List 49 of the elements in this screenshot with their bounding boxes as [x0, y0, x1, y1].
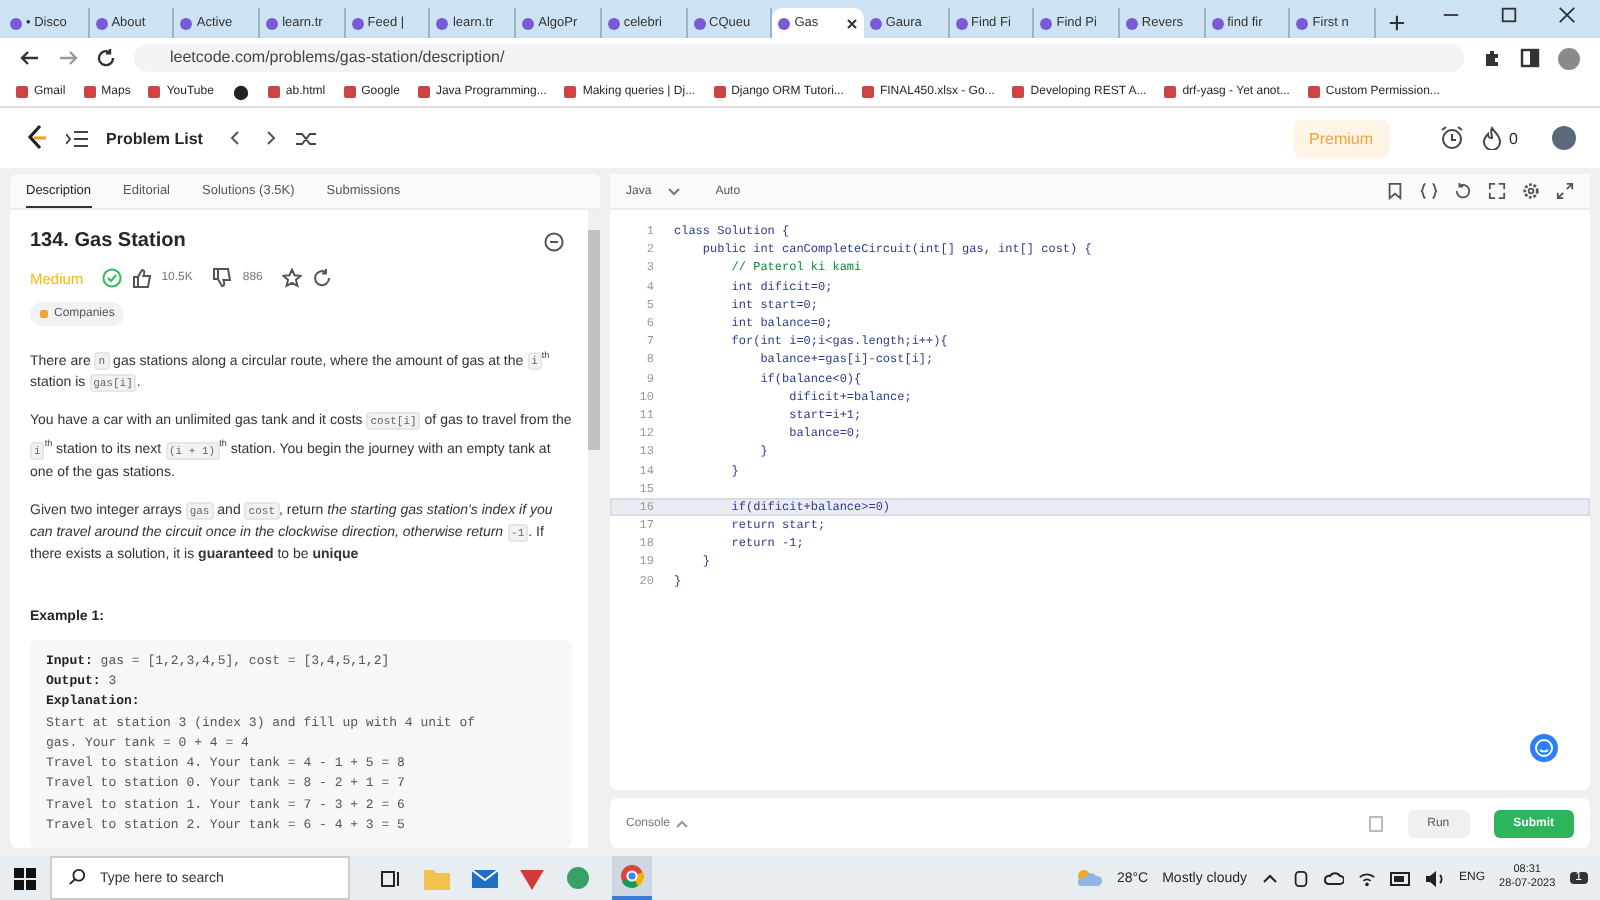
flame-icon	[1481, 126, 1502, 150]
back-icon[interactable]	[20, 48, 40, 68]
maximize-icon[interactable]	[1500, 6, 1518, 24]
close-icon[interactable]	[1558, 6, 1576, 24]
shuffle-icon[interactable]	[296, 129, 317, 147]
braces-icon[interactable]	[1420, 182, 1438, 200]
globe-app-icon[interactable]	[566, 866, 590, 890]
refresh-icon[interactable]	[312, 268, 333, 288]
office-app-icon[interactable]	[520, 867, 544, 889]
problem-title: 134. Gas Station	[30, 230, 186, 252]
chevron-left-icon[interactable]	[228, 130, 245, 146]
streak-count: 0	[1509, 129, 1518, 147]
bookmark-icon[interactable]	[1386, 182, 1404, 200]
more-icon[interactable]	[544, 231, 564, 251]
chevron-up-icon[interactable]	[1261, 872, 1277, 884]
reset-icon[interactable]	[1454, 182, 1472, 200]
expand-icon[interactable]	[1488, 182, 1506, 200]
clipboard-icon[interactable]	[1367, 814, 1384, 832]
list-icon	[66, 129, 88, 147]
thumbs-up-icon[interactable]	[131, 268, 152, 288]
mail-icon[interactable]	[472, 867, 498, 889]
chevron-right-icon[interactable]	[262, 130, 279, 146]
thumbs-down-icon[interactable]	[212, 268, 233, 288]
search-icon	[68, 868, 86, 886]
profile-avatar[interactable]	[1558, 47, 1580, 69]
extensions-icon[interactable]	[1482, 48, 1502, 68]
close-tab-icon[interactable]	[845, 17, 858, 29]
battery-icon[interactable]	[1389, 871, 1411, 885]
star-icon[interactable]	[282, 268, 303, 288]
side-panel-icon[interactable]	[1520, 48, 1540, 68]
new-tab-icon[interactable]	[1387, 14, 1406, 32]
wifi-icon[interactable]	[1357, 869, 1375, 887]
forward-icon[interactable]	[58, 48, 78, 68]
windows-start-icon[interactable]	[14, 867, 36, 889]
settings-icon[interactable]	[1522, 182, 1540, 200]
fullscreen-icon[interactable]	[1556, 182, 1574, 200]
logo-icon[interactable]	[24, 124, 48, 152]
task-view-icon[interactable]	[380, 867, 402, 889]
address-bar[interactable]: leetcode.com/problems/gas-station/description/	[134, 44, 1464, 72]
alarm-clock-icon[interactable]	[1439, 126, 1464, 150]
reload-icon[interactable]	[96, 48, 116, 68]
chevron-down-icon[interactable]	[667, 187, 680, 195]
speaker-icon[interactable]	[1425, 869, 1445, 887]
problem-list-link[interactable]: Problem List	[106, 129, 203, 147]
cloud-icon[interactable]	[1323, 870, 1343, 886]
user-avatar[interactable]	[1552, 126, 1576, 150]
weather-cloud-icon	[1074, 868, 1103, 888]
chrome-browser-icon[interactable]	[620, 864, 644, 888]
chat-button[interactable]	[1530, 734, 1558, 762]
